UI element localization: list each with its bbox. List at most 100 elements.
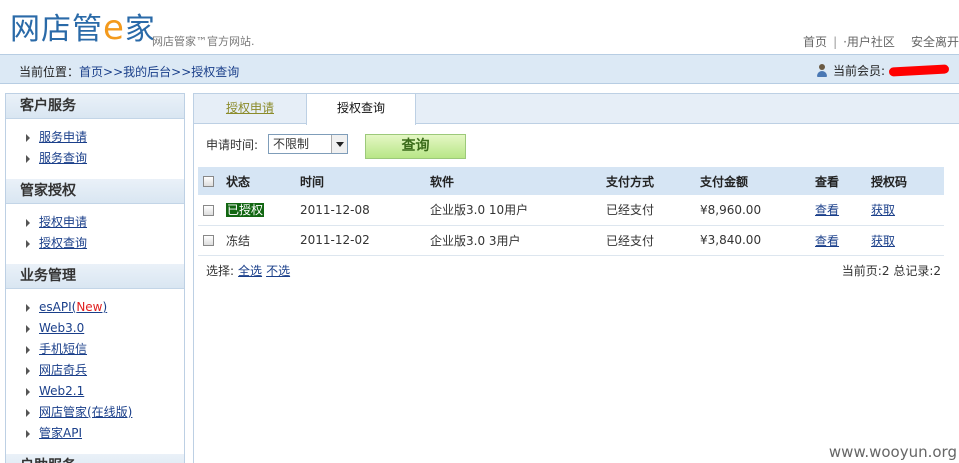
sidebar-item-label[interactable]: 授权查询 [39,233,87,254]
site-tagline: 网店管家™官方网站. [152,35,255,48]
breadcrumb-prefix: 当前位置： [19,65,80,79]
software-cell: 企业版3.0 10用户 [430,195,606,226]
status-cell: 已授权 [226,195,300,226]
pay-method-cell: 已经支付 [606,225,700,256]
nav-logout[interactable]: 安全离开 [911,35,959,49]
sidebar-item-service-query[interactable]: 服务查询 [26,148,184,169]
col-time: 时间 [300,167,430,195]
filter-row: 申请时间: 不限制 [206,134,349,154]
time-cell: 2011-12-02 [300,225,430,256]
sidebar-item-label[interactable]: esAPI(New) [39,297,107,318]
filter-label: 申请时间: [206,137,259,152]
nav-community[interactable]: ·用户社区 [843,35,895,49]
table-row: 已授权 2011-12-08 企业版3.0 10用户 已经支付 ¥8,960.0… [198,195,944,226]
sidebar-section-title: 户助服务 [6,454,184,463]
breadcrumb-backend[interactable]: 我的后台 [123,65,171,79]
arrow-right-icon [26,133,30,142]
nav-separator: | [833,35,838,49]
sidebar-item-auth-apply[interactable]: 授权申请 [26,212,184,233]
breadcrumb-bar: 当前位置：首页>>我的后台>>授权查询 当前会员: [0,54,959,84]
sidebar-item-auth-query[interactable]: 授权查询 [26,233,184,254]
tab-auth-query[interactable]: 授权查询 [306,94,416,125]
sidebar-item-label[interactable]: Web3.0 [39,318,84,339]
arrow-right-icon [26,366,30,375]
logo-text-1: 网店 [10,12,72,47]
sidebar-item-label[interactable]: 授权申请 [39,212,87,233]
sidebar-item-sms[interactable]: 手机短信 [26,339,184,360]
amount-cell: ¥8,960.00 [700,195,815,226]
sidebar-item-label[interactable]: 服务查询 [39,148,87,169]
time-select[interactable]: 不限制 [268,134,349,154]
view-cell: 查看 [815,225,871,256]
watermark: www.wooyun.org [828,443,957,461]
sidebar-item-label[interactable]: 手机短信 [39,339,87,360]
sidebar-section-title: 业务管理 [6,264,184,289]
view-link[interactable]: 查看 [815,234,839,248]
arrow-right-icon [26,239,30,248]
current-page: 当前页:2 [841,264,890,278]
select-all-checkbox[interactable] [203,176,214,187]
sidebar-item-esapi[interactable]: esAPI(New) [26,297,184,318]
table-header-row: 状态 时间 软件 支付方式 支付金额 查看 授权码 [198,167,944,195]
redacted-username [888,64,950,77]
view-link[interactable]: 查看 [815,203,839,217]
sidebar-item-service-apply[interactable]: 服务申请 [26,127,184,148]
sidebar-item-label[interactable]: 网店奇兵 [39,360,87,381]
user-icon [815,63,829,78]
sidebar-item-label[interactable]: 管家API [39,423,82,444]
get-code-link[interactable]: 获取 [871,203,895,217]
col-pay-method: 支付方式 [606,167,700,195]
software-cell: 企业版3.0 3用户 [430,225,606,256]
select-label: 选择: [206,264,235,278]
col-view: 查看 [815,167,871,195]
sidebar-section-list: 授权申请 授权查询 [6,204,184,264]
sidebar-item-qibing[interactable]: 网店奇兵 [26,360,184,381]
select-all-link[interactable]: 全选 [238,264,262,278]
col-amount: 支付金额 [700,167,815,195]
logo-e: e [103,8,125,48]
pay-method-cell: 已经支付 [606,195,700,226]
breadcrumb-home[interactable]: 首页 [79,65,103,79]
pagination-info: 当前页:2 总记录:2 [842,262,941,279]
sidebar-section-list: esAPI(New) Web3.0 手机短信 网店奇兵 Web2.1 网店管家(… [6,289,184,454]
logo-text-2: 管 [72,12,103,47]
breadcrumb-current[interactable]: 授权查询 [191,65,239,79]
query-button[interactable]: 查询 [365,134,466,159]
row-select-cell [198,225,226,256]
sidebar-item-label[interactable]: 服务申请 [39,127,87,148]
col-auth-code: 授权码 [871,167,944,195]
select-all-header [198,167,226,195]
chevron-down-icon[interactable] [331,135,348,153]
select-none-link[interactable]: 不选 [266,264,290,278]
auth-table: 状态 时间 软件 支付方式 支付金额 查看 授权码 已授权 2011-12-08… [198,167,944,256]
tab-auth-apply[interactable]: 授权申请 [194,94,306,124]
sidebar-item-web30[interactable]: Web3.0 [26,318,184,339]
site-logo[interactable]: 网店管e家 [10,4,156,48]
esapi-label: esAPI [39,300,72,314]
new-badge: New [76,300,103,314]
sidebar-item-label[interactable]: Web2.1 [39,381,84,402]
arrow-right-icon [26,324,30,333]
sidebar-item-web21[interactable]: Web2.1 [26,381,184,402]
row-checkbox[interactable] [203,204,214,216]
auth-code-cell: 获取 [871,195,944,226]
current-member: 当前会员: [815,62,950,79]
view-cell: 查看 [815,195,871,226]
breadcrumb-sep: >> [103,65,124,79]
arrow-right-icon [26,345,30,354]
col-software: 软件 [430,167,606,195]
nav-home[interactable]: 首页 [803,35,827,49]
time-select-value: 不限制 [273,137,310,151]
arrow-right-icon [26,408,30,417]
total-records: 总记录:2 [893,264,941,278]
main-panel: 授权申请 授权查询 申请时间: 不限制 查询 状态 时间 软件 支付方式 支付金… [193,93,959,463]
sidebar-item-label[interactable]: 网店管家(在线版) [39,402,132,423]
sidebar-item-online[interactable]: 网店管家(在线版) [26,402,184,423]
get-code-link[interactable]: 获取 [871,234,895,248]
row-checkbox[interactable] [203,235,214,246]
sidebar-item-api[interactable]: 管家API [26,423,184,444]
status-badge: 已授权 [226,203,265,218]
table-footer: 选择: 全选 不选 当前页:2 总记录:2 [206,262,941,279]
breadcrumb-sep: >> [171,65,192,79]
arrow-right-icon [26,429,30,438]
